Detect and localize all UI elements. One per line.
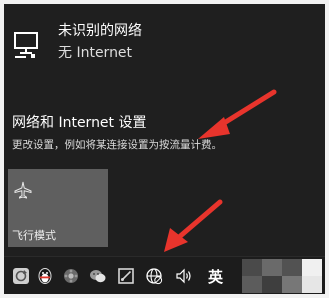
volume-icon[interactable] [175,267,193,285]
network-settings-description: 更改设置，例如将某连接设置为按流量计费。 [12,139,222,151]
screenshot-frame: 未识别的网络 无 Internet 网络和 Internet 设置 更改设置，例… [4,4,325,294]
network-globe-icon[interactable] [145,267,163,285]
airplane-mode-label: 飞行模式 [12,229,56,242]
network-flyout: 未识别的网络 无 Internet 网络和 Internet 设置 更改设置，例… [4,4,325,256]
blur-block [282,276,302,293]
network-name: 未识别的网络 [58,23,142,39]
wechat-icon[interactable] [89,267,107,285]
network-connection-status: 无 Internet [58,45,133,61]
blur-block [282,259,302,276]
blur-block [262,259,282,276]
taskbar: 英 [4,256,325,294]
annotation-arrow-bottom [164,199,223,252]
monitor-network-icon [14,32,38,58]
input-method-indicator[interactable]: 英 [208,266,223,287]
airplane-mode-tile[interactable]: 飞行模式 [8,169,108,247]
screenshot-icon[interactable] [117,267,135,285]
annotation-arrow-top [198,89,277,139]
blur-block [242,259,262,276]
clock-area-blurred[interactable] [242,259,322,293]
blur-block [262,276,282,293]
blur-block [242,276,262,293]
color-ball-icon[interactable] [62,267,80,285]
blur-block [302,276,322,293]
blur-block [302,259,322,276]
airplane-icon [14,181,32,199]
network-settings-link[interactable]: 网络和 Internet 设置 [12,112,147,132]
qq-penguin-icon[interactable] [36,267,54,285]
sync-icon[interactable] [12,267,30,285]
